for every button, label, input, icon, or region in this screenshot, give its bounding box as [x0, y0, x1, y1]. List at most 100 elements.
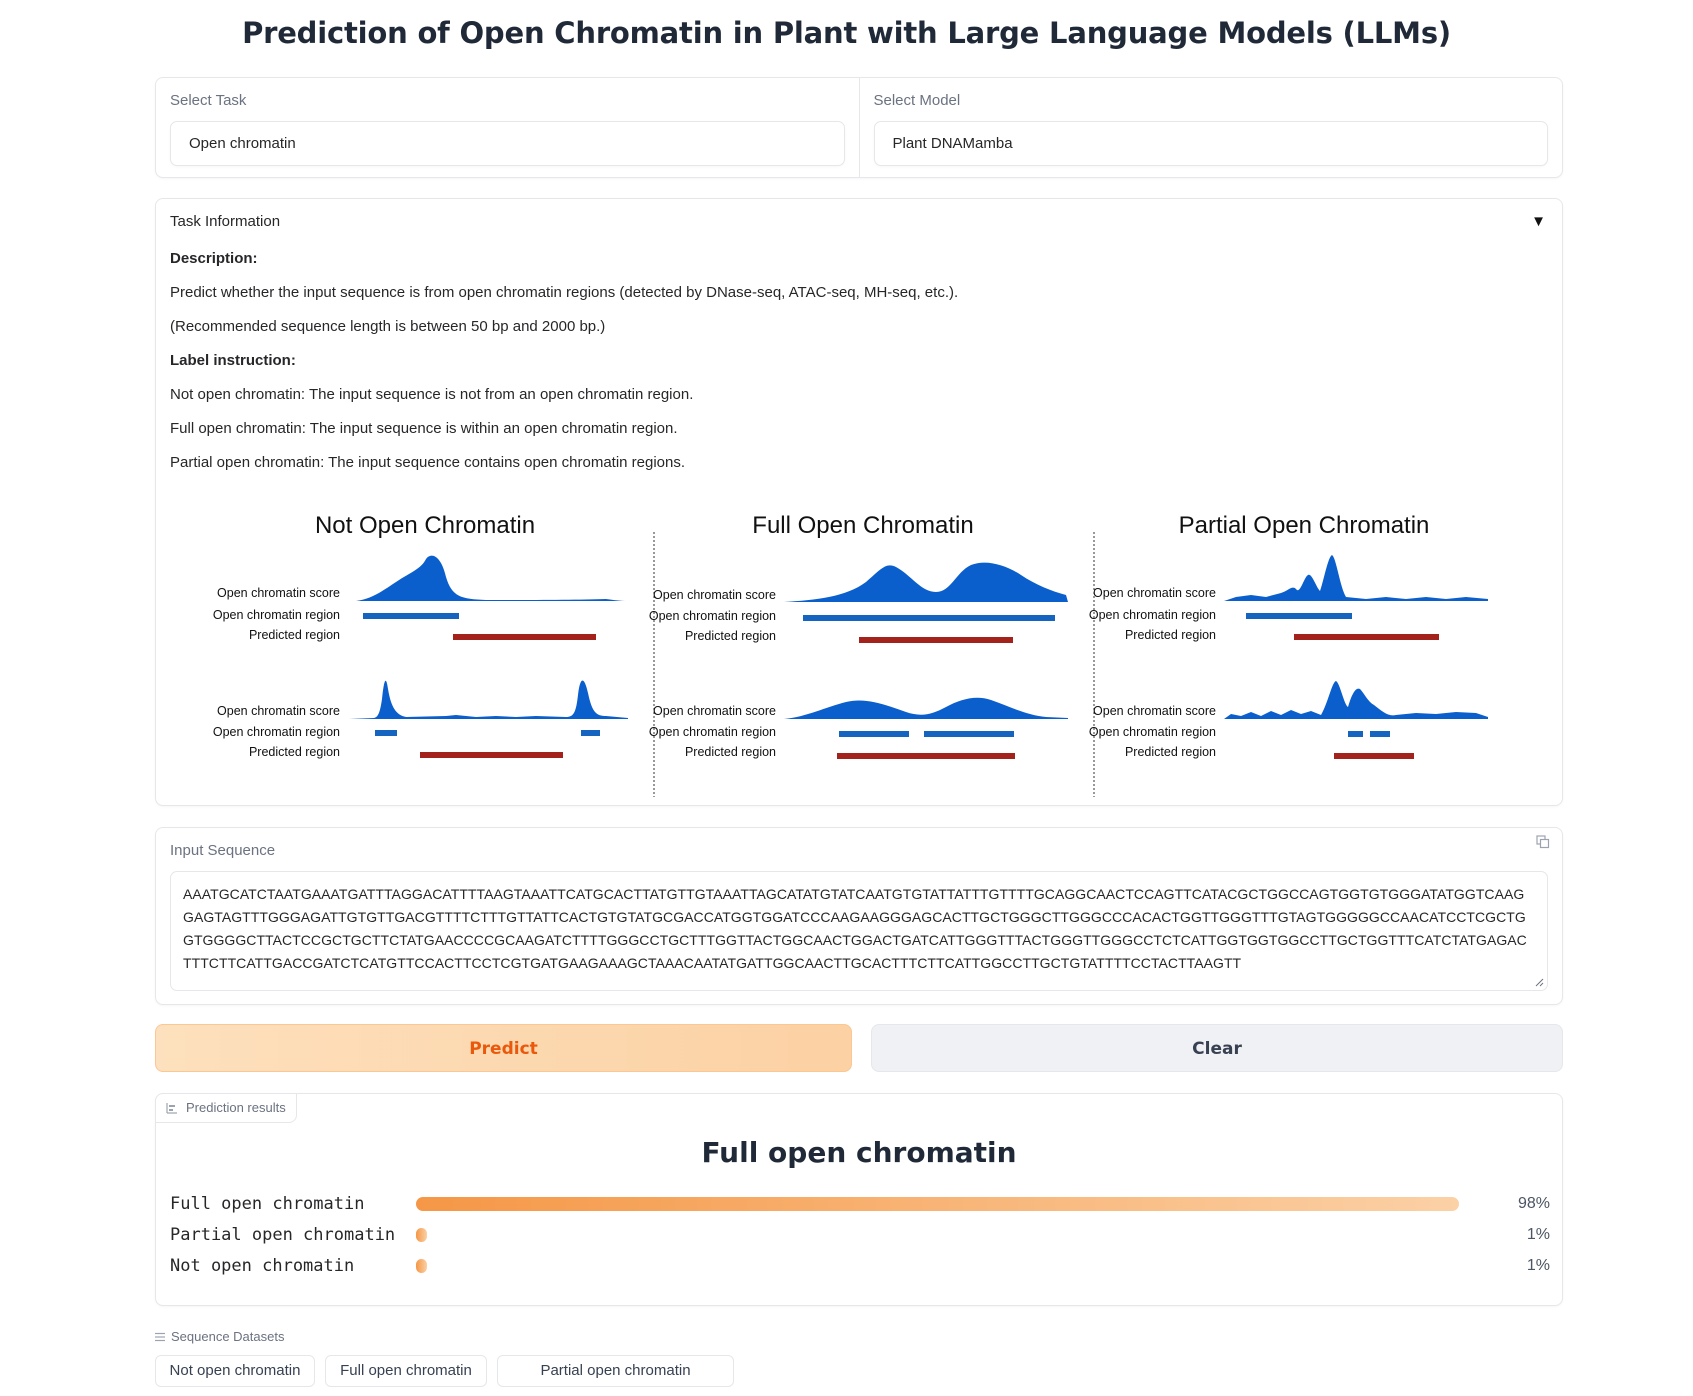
- open-region-bar: [1370, 731, 1390, 737]
- sequence-textarea[interactable]: AAATGCATCTAATGAAATGATTTAGGACATTTTAAGTAAA…: [170, 871, 1548, 991]
- confidence-label: Partial open chromatin: [170, 1225, 396, 1245]
- confidence-track: [416, 1197, 1480, 1211]
- task-select-label: Select Task: [170, 92, 247, 109]
- label-instruction: Not open chromatin: The input sequence i…: [170, 386, 694, 403]
- model-select-group: Select Model Plant DNAMamba: [858, 78, 1563, 177]
- score-track: [349, 555, 628, 601]
- open-region-bar: [839, 731, 909, 737]
- track-label: Open chromatin score: [217, 586, 340, 600]
- predicted-region-bar: [453, 634, 596, 640]
- open-region-bar: [375, 730, 397, 736]
- score-track: [1224, 681, 1488, 719]
- confidence-row: Partial open chromatin 1%: [170, 1221, 1550, 1249]
- top-prediction: Full open chromatin: [701, 1136, 1017, 1169]
- confidence-row: Full open chromatin 98%: [170, 1190, 1550, 1218]
- track-label: Open chromatin score: [653, 704, 776, 718]
- full-open-example-1: Open chromatin score Open chromatin regi…: [649, 562, 1068, 643]
- confidence-label: Full open chromatin: [170, 1194, 365, 1214]
- input-sequence-panel: Input Sequence AAATGCATCTAATGAAATGATTTAG…: [155, 827, 1563, 1005]
- track-label: Open chromatin region: [1089, 608, 1216, 622]
- description-heading: Description:: [170, 250, 258, 267]
- open-region-bar: [1348, 731, 1363, 737]
- predicted-region-bar: [420, 752, 563, 758]
- score-track: [349, 680, 628, 719]
- label-instruction: Full open chromatin: The input sequence …: [170, 420, 678, 437]
- dataset-example-button[interactable]: Full open chromatin: [325, 1355, 487, 1387]
- task-info-panel: Task Information ▼ Description: Predict …: [155, 198, 1563, 806]
- track-label: Predicted region: [685, 629, 776, 643]
- confidence-row: Not open chromatin 1%: [170, 1252, 1550, 1280]
- task-info-header[interactable]: Task Information ▼: [170, 213, 1548, 230]
- label-instruction: Partial open chromatin: The input sequen…: [170, 454, 686, 471]
- chromatin-illustration-svg: Not Open Chromatin Full Open Chromatin P…: [213, 512, 1488, 797]
- dataset-example-button[interactable]: Not open chromatin: [155, 1355, 315, 1387]
- open-region-bar: [924, 731, 1014, 737]
- confidence-track: [416, 1259, 1480, 1273]
- input-sequence-label: Input Sequence: [170, 842, 276, 859]
- confidence-percent: 1%: [1526, 1257, 1550, 1274]
- confidence-bar: [416, 1228, 427, 1242]
- track-label: Predicted region: [249, 745, 340, 759]
- track-label: Predicted region: [1125, 745, 1216, 759]
- track-label: Open chromatin region: [213, 725, 340, 739]
- track-label: Open chromatin region: [649, 725, 776, 739]
- partial-open-example-2: Open chromatin score Open chromatin regi…: [1089, 681, 1488, 759]
- label-heading: Label instruction:: [170, 352, 296, 369]
- chromatin-illustration: Not Open Chromatin Full Open Chromatin P…: [156, 507, 1564, 797]
- task-info-title: Task Information: [170, 213, 281, 230]
- score-track: [784, 562, 1068, 602]
- track-label: Open chromatin score: [1093, 704, 1216, 718]
- panel-title: Partial Open Chromatin: [1179, 512, 1430, 539]
- track-label: Predicted region: [685, 745, 776, 759]
- task-info-body: Description: Predict whether the input s…: [170, 249, 1548, 472]
- page: Prediction of Open Chromatin in Plant wi…: [0, 0, 1693, 1396]
- predicted-region-bar: [837, 753, 1015, 759]
- predicted-region-bar: [1334, 753, 1414, 759]
- open-region-bar: [803, 615, 1055, 621]
- label-icon: [166, 1103, 177, 1114]
- not-open-example-1: Open chromatin score Open chromatin regi…: [213, 555, 628, 642]
- datasets-header-label: Sequence Datasets: [171, 1329, 285, 1344]
- triangle-down-icon[interactable]: ▼: [1531, 213, 1546, 230]
- open-region-bar: [363, 613, 459, 619]
- prediction-results-panel: Prediction results Full open chromatin F…: [155, 1093, 1563, 1306]
- track-label: Open chromatin score: [217, 704, 340, 718]
- track-label: Open chromatin region: [649, 609, 776, 623]
- model-select[interactable]: Plant DNAMamba: [873, 121, 1548, 166]
- description-text: Predict whether the input sequence is fr…: [170, 284, 959, 301]
- confidence-percent: 98%: [1517, 1195, 1550, 1212]
- sequence-text: AAATGCATCTAATGAAATGATTTAGGACATTTTAAGTAAA…: [183, 886, 1527, 971]
- predicted-region-bar: [1294, 634, 1439, 640]
- confidence-label: Not open chromatin: [170, 1256, 355, 1276]
- track-label: Open chromatin score: [653, 588, 776, 602]
- score-track: [784, 697, 1068, 719]
- datasets-header: Sequence Datasets: [155, 1329, 284, 1344]
- results-tag-label: Prediction results: [186, 1100, 286, 1115]
- confidence-bar: [416, 1197, 1459, 1211]
- dataset-example-button[interactable]: Partial open chromatin: [497, 1355, 734, 1387]
- confidence-bar: [416, 1259, 427, 1273]
- predict-button[interactable]: Predict: [155, 1024, 852, 1072]
- panel-title: Full Open Chromatin: [752, 512, 973, 539]
- confidence-percent: 1%: [1526, 1226, 1550, 1243]
- score-track: [1224, 555, 1488, 601]
- track-label: Open chromatin region: [213, 608, 340, 622]
- panel-title: Not Open Chromatin: [315, 512, 535, 539]
- predicted-region-bar: [859, 637, 1013, 643]
- task-select-group: Select Task Open chromatin: [156, 78, 859, 177]
- not-open-example-2: Open chromatin score Open chromatin regi…: [213, 680, 628, 759]
- list-icon: [155, 1332, 165, 1341]
- results-tag: Prediction results: [155, 1093, 297, 1123]
- resize-handle-icon[interactable]: [1535, 978, 1544, 987]
- track-label: Predicted region: [1125, 628, 1216, 642]
- full-open-example-2: Open chromatin score Open chromatin regi…: [649, 697, 1068, 759]
- selector-panel: Select Task Open chromatin Select Model …: [155, 77, 1563, 178]
- track-label: Open chromatin region: [1089, 725, 1216, 739]
- model-select-label: Select Model: [873, 92, 961, 109]
- page-title: Prediction of Open Chromatin in Plant wi…: [242, 16, 1451, 50]
- copy-icon[interactable]: [1536, 835, 1550, 849]
- confidence-track: [416, 1228, 1480, 1242]
- clear-button[interactable]: Clear: [871, 1024, 1563, 1072]
- task-select[interactable]: Open chromatin: [170, 121, 845, 166]
- open-region-bar: [1246, 613, 1352, 619]
